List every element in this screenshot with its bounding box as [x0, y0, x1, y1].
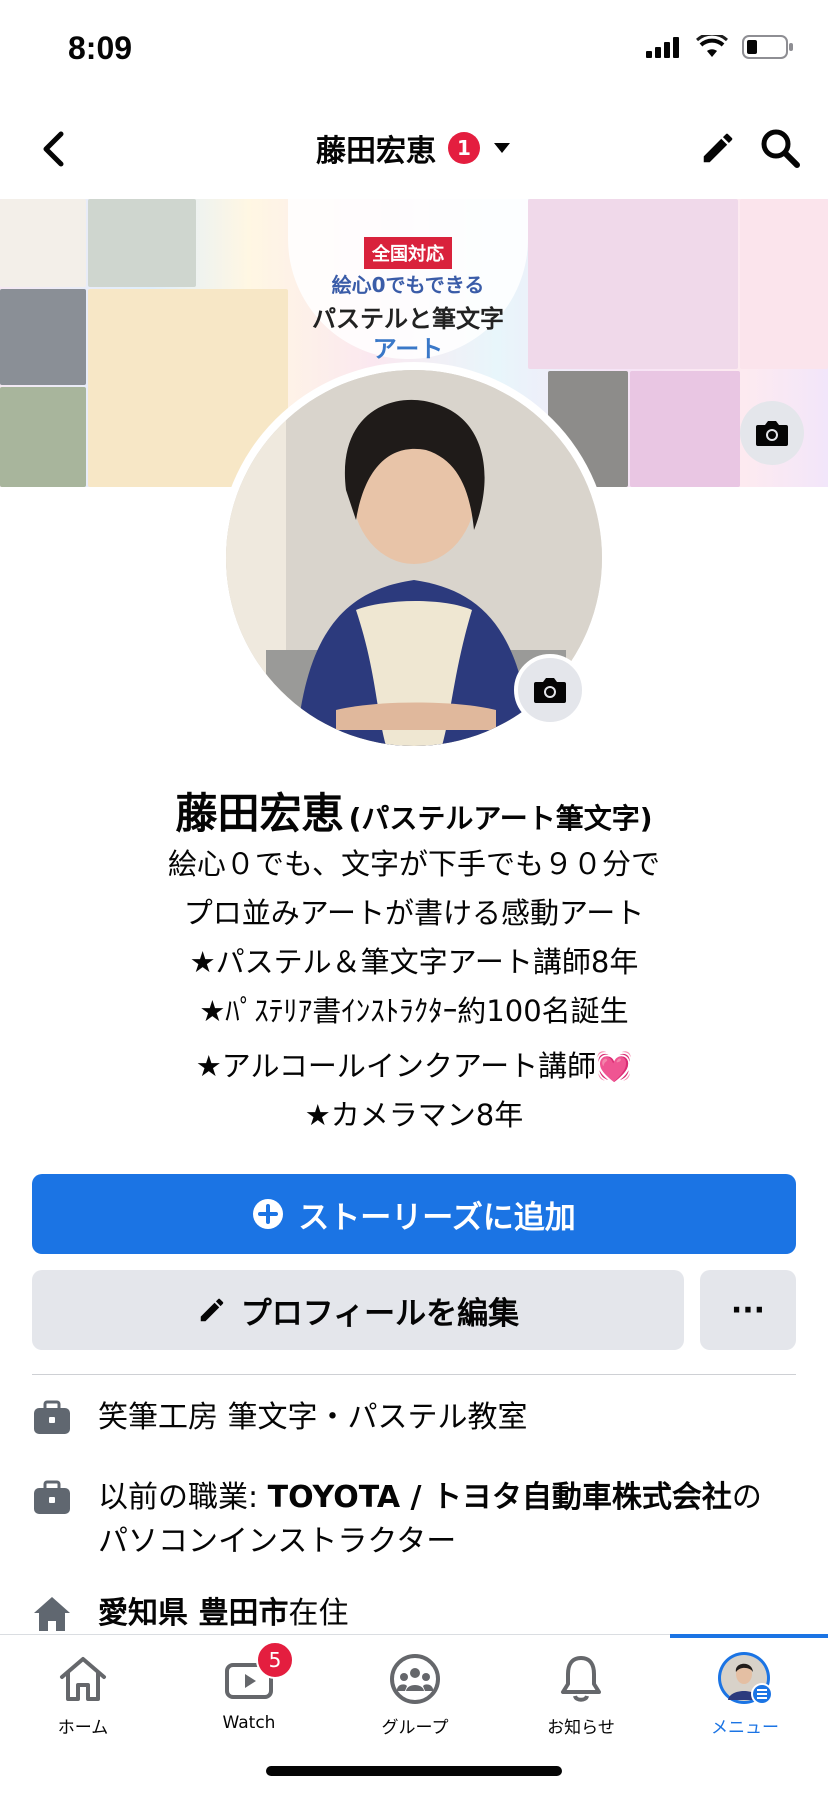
tab-menu-label: メニュー — [711, 1718, 779, 1738]
watch-badge: 5 — [256, 1641, 294, 1679]
camera-icon — [756, 421, 788, 446]
profile-bio: 絵心０でも、文字が下手でも９０分で プロ並みアートが書ける感動アート ★パステル… — [40, 840, 788, 1140]
bio-line: ★カメラマン8年 — [304, 1098, 524, 1132]
detail-lives-in: 愛知県 豊田市在住 — [32, 1592, 796, 1636]
bio-line: 絵心０でも、文字が下手でも９０分で — [167, 847, 661, 881]
groups-icon — [389, 1651, 441, 1707]
detail-home-location[interactable]: 愛知県 豊田市 — [98, 1596, 288, 1631]
search-button[interactable] — [756, 124, 804, 172]
active-tab-indicator — [670, 1634, 828, 1638]
notification-badge: 1 — [448, 132, 480, 164]
add-to-story-label: ストーリーズに追加 — [298, 1199, 576, 1236]
tab-home[interactable]: ホーム — [0, 1635, 166, 1745]
tab-groups[interactable]: グループ — [332, 1635, 498, 1745]
tab-menu[interactable]: メニュー — [662, 1635, 828, 1745]
detail-work: 笑筆工房 筆文字・パステル教室 — [32, 1396, 796, 1440]
cover-camera-button[interactable] — [740, 401, 804, 465]
detail-home-suffix: 在住 — [288, 1596, 349, 1631]
home-outline-icon — [58, 1651, 108, 1707]
profile-name-main: 藤田宏恵 — [175, 789, 344, 838]
tab-home-label: ホーム — [57, 1718, 109, 1738]
home-icon — [32, 1592, 72, 1636]
more-options-button[interactable]: ··· — [700, 1270, 796, 1350]
detail-prev-prefix: 以前の職業: — [98, 1480, 268, 1515]
profile-name: 藤田宏恵 (パステルアート筆文字) — [0, 780, 828, 841]
detail-work-text: 笑筆工房 筆文字・パステル教室 — [98, 1400, 528, 1435]
menu-avatar-icon — [716, 1651, 774, 1707]
bio-line: プロ並みアートが書ける感動アート — [183, 896, 645, 930]
status-icons — [646, 34, 794, 60]
edit-profile-label: プロフィールを編集 — [240, 1295, 520, 1332]
tab-groups-label: グループ — [381, 1718, 449, 1738]
tab-watch-label: Watch — [222, 1713, 276, 1733]
home-indicator — [266, 1766, 562, 1776]
wifi-icon — [696, 35, 728, 57]
briefcase-icon — [32, 1396, 72, 1440]
briefcase-icon — [32, 1476, 72, 1520]
cover-banner-line3: アート — [372, 335, 444, 363]
search-icon — [761, 129, 800, 168]
profile-header: 藤田宏恵 1 — [0, 108, 828, 188]
detail-prev-company[interactable]: TOYOTA / トヨタ自動車株式会社 — [268, 1480, 732, 1515]
bio-line: ★ﾊﾟｽﾃﾘｱ書ｲﾝｽﾄﾗｸﾀｰ約100名誕生 — [199, 994, 629, 1028]
more-options-icon: ··· — [730, 1292, 766, 1328]
bio-line: ★パステル＆筆文字アート講師8年 — [189, 945, 639, 979]
cover-banner: 全国対応 絵心0でもできる パステルと筆文字 アート — [288, 199, 528, 363]
add-to-story-button[interactable]: ストーリーズに追加 — [32, 1174, 796, 1254]
bell-icon — [558, 1651, 604, 1707]
tab-notifications[interactable]: お知らせ — [498, 1635, 664, 1745]
edit-profile-button[interactable]: プロフィールを編集 — [32, 1270, 684, 1350]
detail-previous-job-text: 以前の職業: TOYOTA / トヨタ自動車株式会社の パソコンインストラクター — [98, 1476, 762, 1564]
status-time: 8:09 — [68, 30, 133, 66]
profile-name-suffix: (パステルアート筆文字) — [348, 802, 653, 835]
detail-previous-job: 以前の職業: TOYOTA / トヨタ自動車株式会社の パソコンインストラクター — [32, 1476, 796, 1564]
cover-banner-line1: 絵心0でもできる — [331, 273, 485, 297]
watch-icon: 5 — [224, 1641, 294, 1707]
plus-circle-icon — [253, 1199, 284, 1229]
camera-icon — [534, 678, 566, 703]
tab-notifications-label: お知らせ — [547, 1718, 615, 1738]
header-title: 藤田宏恵 — [316, 134, 436, 169]
divider — [32, 1374, 796, 1375]
caret-down-icon — [494, 143, 510, 153]
detail-prev-suffix: の — [731, 1480, 762, 1515]
edit-button[interactable] — [694, 124, 742, 172]
detail-prev-line2: パソコンインストラクター — [98, 1524, 457, 1559]
cellular-signal-icon — [646, 37, 679, 58]
pencil-icon — [703, 133, 733, 163]
avatar-camera-button[interactable] — [514, 654, 586, 726]
bio-line: ★アルコールインクアート講師💓 — [195, 1049, 633, 1083]
cover-banner-tag: 全国対応 — [364, 237, 452, 269]
battery-icon — [742, 35, 793, 59]
pencil-icon — [200, 1298, 224, 1322]
tab-watch[interactable]: 5 Watch — [166, 1635, 332, 1745]
